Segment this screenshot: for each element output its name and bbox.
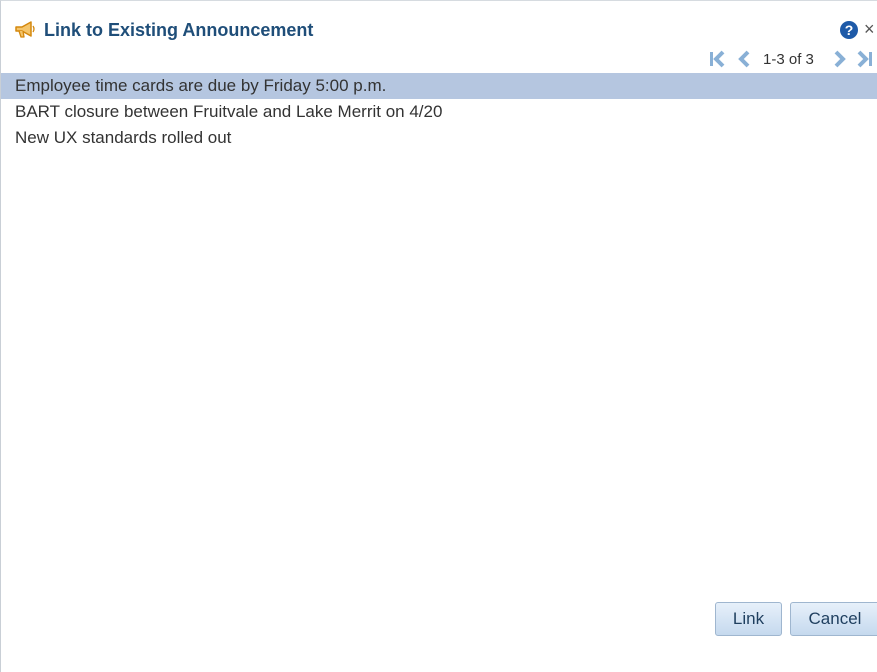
- megaphone-icon: [14, 21, 36, 39]
- cancel-button[interactable]: Cancel: [790, 602, 877, 636]
- announcement-list: Employee time cards are due by Friday 5:…: [1, 73, 877, 151]
- list-item[interactable]: New UX standards rolled out: [1, 125, 877, 151]
- first-page-icon[interactable]: [708, 49, 726, 74]
- last-page-icon[interactable]: [856, 49, 874, 74]
- pagination-bar: 1-3 of 3: [705, 49, 877, 71]
- next-page-icon[interactable]: [832, 49, 848, 74]
- list-item[interactable]: Employee time cards are due by Friday 5:…: [1, 73, 877, 99]
- help-icon[interactable]: ?: [839, 20, 859, 40]
- dialog-title-bar: Link to Existing Announcement ? ×: [1, 1, 877, 43]
- pagination-range: 1-3 of 3: [763, 51, 814, 68]
- close-icon[interactable]: ×: [864, 18, 875, 40]
- link-button[interactable]: Link: [715, 602, 782, 636]
- previous-page-icon[interactable]: [736, 49, 752, 74]
- svg-text:?: ?: [845, 22, 854, 38]
- list-item[interactable]: BART closure between Fruitvale and Lake …: [1, 99, 877, 125]
- dialog-title: Link to Existing Announcement: [44, 20, 314, 40]
- link-announcement-dialog: Link to Existing Announcement ? × 1-3 of…: [0, 0, 877, 672]
